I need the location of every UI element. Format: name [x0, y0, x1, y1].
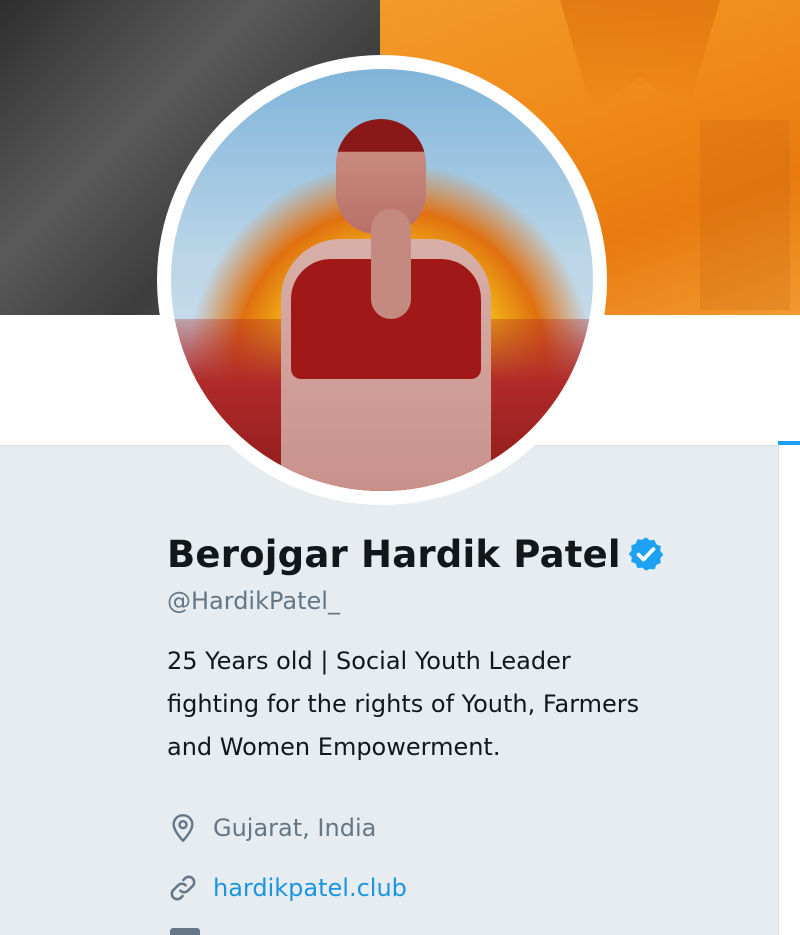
- profile-name[interactable]: Berojgar Hardik Patel: [167, 533, 621, 576]
- avatar-folded-hands: [371, 209, 411, 319]
- calendar-icon: [170, 928, 200, 935]
- profile-avatar[interactable]: [157, 55, 607, 505]
- name-row: Berojgar Hardik Patel: [167, 528, 767, 580]
- verified-badge-icon: [627, 535, 665, 573]
- profile-header-card: Berojgar Hardik Patel @HardikPatel_ 25 Y…: [167, 528, 767, 769]
- profile-bio: 25 Years old | Social Youth Leader fight…: [167, 640, 727, 769]
- right-column: [778, 445, 800, 935]
- profile-handle[interactable]: @HardikPatel_: [167, 587, 767, 621]
- profile-website: hardikpatel.club: [167, 868, 407, 908]
- avatar-image: [171, 69, 593, 491]
- banner-shirt-detail: [700, 120, 790, 310]
- location-text: Gujarat, India: [213, 814, 377, 842]
- profile-location: Gujarat, India: [167, 808, 376, 848]
- location-pin-icon: [167, 812, 199, 844]
- bio-line: and Women Empowerment.: [167, 733, 501, 761]
- bio-line: 25 Years old | Social Youth Leader: [167, 647, 571, 675]
- link-icon: [167, 872, 199, 904]
- website-link[interactable]: hardikpatel.club: [213, 874, 407, 902]
- bio-line: fighting for the rights of Youth, Farmer…: [167, 690, 640, 718]
